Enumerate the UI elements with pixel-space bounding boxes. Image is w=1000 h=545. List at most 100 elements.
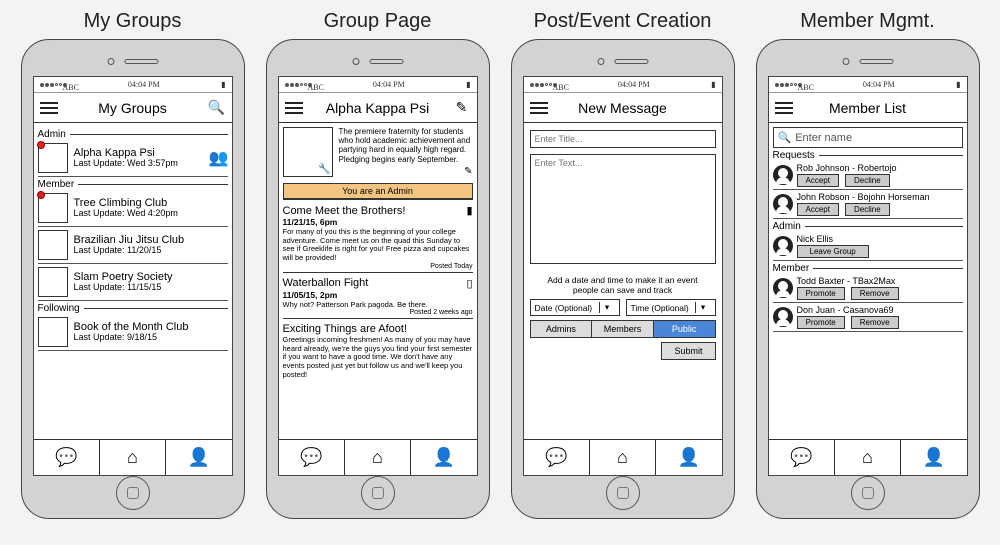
group-icon: 👥 [210,149,228,167]
post-title: Exciting Things are Afoot! [283,323,408,335]
audience-segment[interactable]: Admins Members Public [530,320,716,338]
status-time: 04:04 PM [128,80,160,89]
group-subtitle: Last Update: Wed 3:57pm [74,159,204,169]
submit-button[interactable]: Submit [661,342,715,360]
group-subtitle: Last Update: 11/20/15 [74,246,228,256]
post-foot: Posted 2 weeks ago [283,309,473,316]
home-button[interactable] [116,476,150,510]
nav-profile-icon[interactable]: 👤 [166,440,231,475]
post-item[interactable]: Come Meet the Brothers! ▮ 11/21/15, 6pm … [283,199,473,272]
nav-chat-icon[interactable]: 💬 [34,440,100,475]
menu-icon[interactable] [775,102,793,114]
section-admin: Admin [773,221,963,232]
bookmark-icon[interactable]: ▯ [466,277,472,290]
remove-button[interactable]: Remove [851,316,899,329]
compose-icon[interactable]: ✎ [453,99,471,117]
screen-member-list: ABC 04:04 PM▮ Member List 🔍 Enter name R… [768,76,968,476]
status-bar: ABC 04:04 PM ▮ [34,77,232,93]
group-item[interactable]: Tree Climbing Club Last Update: Wed 4:20… [38,190,228,227]
promote-button[interactable]: Promote [797,316,845,329]
home-button[interactable] [851,476,885,510]
nav-home-icon[interactable]: ⌂ [835,440,901,475]
admin-banner: You are an Admin [283,183,473,199]
nav-chat-icon[interactable]: 💬 [524,440,590,475]
title-input[interactable] [530,130,716,148]
post-sub: 11/05/15, 2pm [283,290,473,300]
group-item[interactable]: Brazilian Jiu Jitsu Club Last Update: 11… [38,227,228,264]
avatar-icon [773,165,793,185]
post-title: Waterballon Fight [283,277,369,289]
home-button[interactable] [361,476,395,510]
promote-button[interactable]: Promote [797,287,845,300]
group-subtitle: Last Update: 11/15/15 [74,283,228,293]
status-bar: ABC 04:04 PM▮ [279,77,477,93]
seg-public[interactable]: Public [654,321,715,337]
nav-profile-icon[interactable]: 👤 [656,440,721,475]
member-row: Nick Ellis Leave Group [773,232,963,261]
phone-frame: ABC 04:04 PM ▮ My Groups 🔍 Admin Alpha [21,39,245,519]
member-name: Todd Baxter - TBax2Max [797,276,963,286]
settings-icon[interactable]: 🔧 [318,164,330,175]
post-body: Greetings incoming freshmen! As many of … [283,336,473,379]
page-title: New Message [578,100,667,116]
member-row: Don Juan - Casanova69 Promote Remove [773,303,963,332]
post-item[interactable]: Exciting Things are Afoot! Greetings inc… [283,318,473,381]
edit-icon[interactable]: ✎ [464,166,472,178]
member-row: Rob Johnson - Robertojo Accept Decline [773,161,963,190]
group-item[interactable]: Alpha Kappa Psi Last Update: Wed 3:57pm … [38,140,228,177]
post-sub: 11/21/15, 6pm [283,217,473,227]
search-icon[interactable]: 🔍 [208,99,226,117]
accept-button[interactable]: Accept [797,203,839,216]
menu-icon[interactable] [285,102,303,114]
remove-button[interactable]: Remove [851,287,899,300]
leave-group-button[interactable]: Leave Group [797,245,869,258]
seg-members[interactable]: Members [592,321,654,337]
nav-profile-icon[interactable]: 👤 [901,440,966,475]
text-input[interactable] [530,154,716,264]
menu-icon[interactable] [40,102,58,114]
group-item[interactable]: Book of the Month Club Last Update: 9/18… [38,314,228,351]
member-name: John Robson - Bojohn Horseman [797,192,963,202]
post-item[interactable]: Waterballon Fight ▯ 11/05/15, 2pm Why no… [283,272,473,319]
nav-home-icon[interactable]: ⌂ [590,440,656,475]
group-description: The premiere fraternity for students who… [339,127,473,177]
post-foot: Posted Today [283,263,473,270]
nav-profile-icon[interactable]: 👤 [411,440,476,475]
nav-home-icon[interactable]: ⌂ [345,440,411,475]
group-hero-image[interactable]: 🔧 [283,127,333,177]
decline-button[interactable]: Decline [845,203,890,216]
chevron-down-icon: ▾ [695,302,711,313]
date-select[interactable]: Date (Optional)▾ [530,299,620,316]
member-row: Todd Baxter - TBax2Max Promote Remove [773,274,963,303]
section-requests: Requests [773,150,963,161]
avatar-icon [773,278,793,298]
nav-chat-icon[interactable]: 💬 [279,440,345,475]
phone-frame: ABC 04:04 PM▮ Member List 🔍 Enter name R… [756,39,980,519]
accept-button[interactable]: Accept [797,174,839,187]
phone-frame: ABC 04:04 PM▮ New Message Add a date and… [511,39,735,519]
time-select[interactable]: Time (Optional)▾ [626,299,716,316]
group-subtitle: Last Update: Wed 4:20pm [74,209,228,219]
menu-icon[interactable] [530,102,548,114]
phone-frame: ABC 04:04 PM▮ Alpha Kappa Psi ✎ 🔧 The pr… [266,39,490,519]
member-name: Rob Johnson - Robertojo [797,163,963,173]
unread-dot-icon [37,191,45,199]
home-button[interactable] [606,476,640,510]
screen-my-groups: ABC 04:04 PM ▮ My Groups 🔍 Admin Alpha [33,76,233,476]
column-title: Group Page [324,10,432,33]
group-item[interactable]: Slam Poetry Society Last Update: 11/15/1… [38,264,228,301]
nav-home-icon[interactable]: ⌂ [100,440,166,475]
status-bar: ABC 04:04 PM▮ [769,77,967,93]
section-following: Following [38,303,228,314]
member-name: Don Juan - Casanova69 [797,305,963,315]
unread-dot-icon [37,141,45,149]
seg-admins[interactable]: Admins [531,321,593,337]
decline-button[interactable]: Decline [845,174,890,187]
nav-chat-icon[interactable]: 💬 [769,440,835,475]
avatar-icon [773,307,793,327]
post-title: Come Meet the Brothers! [283,205,406,217]
search-input[interactable]: 🔍 Enter name [773,127,963,148]
status-bar: ABC 04:04 PM▮ [524,77,722,93]
group-subtitle: Last Update: 9/18/15 [74,333,228,343]
bookmark-icon[interactable]: ▮ [466,204,472,217]
